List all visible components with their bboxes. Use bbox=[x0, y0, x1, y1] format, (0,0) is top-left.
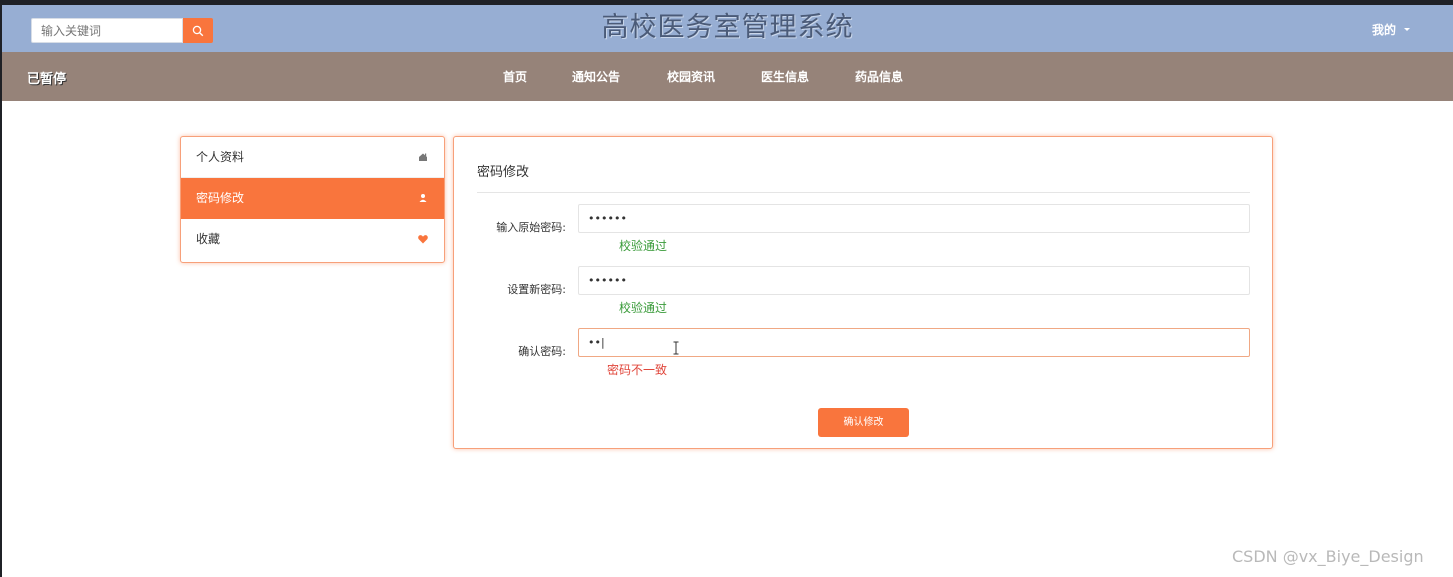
new-password-label: 设置新密码: bbox=[507, 283, 566, 296]
nav-item-medicines[interactable]: 药品信息 bbox=[855, 68, 903, 85]
top-header: 高校医务室管理系统 我的 bbox=[2, 5, 1453, 52]
text-cursor-icon bbox=[673, 341, 679, 355]
nav-item-notices[interactable]: 通知公告 bbox=[572, 68, 620, 85]
watermark-text: CSDN @vx_Biye_Design bbox=[1232, 547, 1424, 566]
home-icon bbox=[419, 153, 427, 161]
account-sidebar: 个人资料 密码修改 收藏 bbox=[180, 136, 445, 263]
heart-icon bbox=[418, 235, 428, 244]
nav-items: 首页 通知公告 校园资讯 医生信息 药品信息 bbox=[2, 52, 1453, 101]
sidebar-item-change-password[interactable]: 密码修改 bbox=[181, 178, 444, 219]
user-menu-label: 我的 bbox=[1372, 23, 1397, 37]
nav-item-campus-news[interactable]: 校园资讯 bbox=[667, 68, 715, 85]
confirm-change-button[interactable]: 确认修改 bbox=[818, 408, 909, 437]
new-password-message: 校验通过 bbox=[619, 301, 668, 315]
new-password-field[interactable]: •••••• bbox=[578, 266, 1250, 295]
sidebar-item-label: 个人资料 bbox=[196, 150, 245, 164]
page-frame: 高校医务室管理系统 我的 已暂停 首页 通知公告 校园资讯 医生信息 药品信息 … bbox=[2, 5, 1453, 577]
change-password-panel: 密码修改 输入原始密码: •••••• 校验通过 设置新密码: •••••• 校… bbox=[453, 136, 1273, 449]
main-nav: 已暂停 首页 通知公告 校园资讯 医生信息 药品信息 bbox=[2, 52, 1453, 101]
nav-item-home[interactable]: 首页 bbox=[503, 68, 527, 85]
user-menu[interactable]: 我的 bbox=[1372, 21, 1411, 38]
sidebar-item-profile[interactable]: 个人资料 bbox=[181, 137, 444, 178]
original-password-field[interactable]: •••••• bbox=[578, 204, 1250, 233]
sidebar-item-label: 收藏 bbox=[196, 232, 221, 246]
confirm-password-message: 密码不一致 bbox=[607, 363, 668, 377]
nav-item-doctors[interactable]: 医生信息 bbox=[761, 68, 809, 85]
sidebar-item-favorites[interactable]: 收藏 bbox=[181, 219, 444, 260]
site-title: 高校医务室管理系统 bbox=[601, 12, 854, 43]
panel-title: 密码修改 bbox=[477, 165, 530, 180]
confirm-password-label: 确认密码: bbox=[518, 345, 566, 358]
original-password-label: 输入原始密码: bbox=[496, 221, 566, 234]
user-icon bbox=[419, 194, 427, 202]
chevron-down-icon bbox=[1404, 28, 1411, 31]
original-password-message: 校验通过 bbox=[619, 239, 668, 253]
divider bbox=[477, 192, 1250, 193]
sidebar-item-label: 密码修改 bbox=[196, 191, 245, 205]
